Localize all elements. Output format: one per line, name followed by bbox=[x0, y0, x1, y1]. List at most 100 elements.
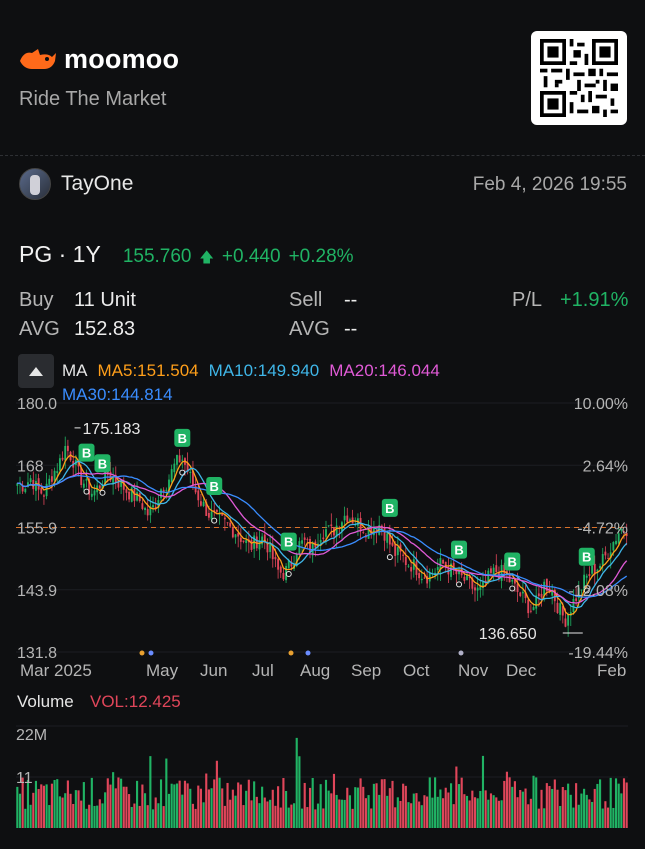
buy-marker-label: B bbox=[210, 479, 219, 494]
buy-marker-label: B bbox=[284, 535, 293, 550]
volume-bar bbox=[569, 794, 572, 828]
candle-body bbox=[61, 457, 64, 460]
ticker-label[interactable]: PG · 1Y bbox=[19, 241, 101, 268]
volume-bar bbox=[197, 785, 200, 828]
volume-bar bbox=[460, 777, 463, 828]
candle-body bbox=[572, 598, 575, 612]
volume-bar bbox=[215, 760, 218, 828]
buy-fill-dot bbox=[211, 517, 218, 524]
volume-bar bbox=[386, 795, 389, 828]
volume-bar bbox=[418, 801, 421, 828]
volume-bar bbox=[346, 787, 349, 828]
volume-bar bbox=[311, 777, 314, 828]
candle-body bbox=[559, 603, 562, 615]
buy-marker-label: B bbox=[98, 456, 107, 471]
candle-body bbox=[407, 565, 410, 567]
volume-bar bbox=[298, 756, 301, 828]
volume-bar bbox=[64, 793, 67, 828]
volume-bar bbox=[189, 788, 192, 828]
ma5-value: MA5:151.504 bbox=[97, 361, 199, 380]
candle-body bbox=[402, 554, 405, 556]
volume-bar bbox=[442, 798, 445, 828]
volume-bar bbox=[143, 793, 147, 828]
volume-bar bbox=[170, 783, 173, 828]
post-author[interactable]: TayOne bbox=[19, 168, 133, 200]
candle-body bbox=[301, 540, 303, 544]
volume-bar bbox=[455, 766, 458, 828]
volume-bar bbox=[141, 784, 144, 828]
buy-marker: B bbox=[206, 476, 223, 495]
candle-body bbox=[165, 489, 168, 491]
volume-bar bbox=[596, 783, 599, 828]
candle-body bbox=[519, 592, 522, 597]
candle-body bbox=[490, 568, 492, 573]
candle-body bbox=[607, 557, 609, 559]
candle-body bbox=[125, 489, 128, 493]
volume-bar bbox=[489, 793, 493, 828]
price-chart[interactable]: BBBBBBBB B175.183136.650180.0168155.9143.… bbox=[0, 395, 645, 690]
volume-bar bbox=[529, 798, 532, 828]
volume-bar bbox=[516, 797, 519, 828]
volume-bar bbox=[351, 808, 354, 828]
volume-bar bbox=[521, 791, 524, 828]
candle-body bbox=[242, 540, 245, 542]
volume-bar bbox=[495, 797, 498, 828]
buy-marker-label: B bbox=[385, 501, 394, 516]
candle-body bbox=[346, 515, 349, 523]
candle-body bbox=[423, 577, 426, 579]
price-change-pct: +0.28% bbox=[288, 246, 354, 267]
qr-code[interactable] bbox=[531, 31, 627, 125]
volume-bar bbox=[175, 783, 179, 828]
buy-marker-label: B bbox=[508, 554, 517, 569]
candle-body bbox=[532, 607, 535, 611]
volume-bar bbox=[335, 794, 338, 828]
volume-bar bbox=[112, 772, 115, 828]
volume-bar bbox=[18, 793, 22, 828]
volume-bar bbox=[410, 803, 413, 828]
volume-bar bbox=[497, 800, 501, 828]
x-tick-label: Oct bbox=[403, 661, 430, 680]
volume-bar bbox=[359, 778, 362, 828]
volume-bar bbox=[74, 790, 77, 828]
volume-bar bbox=[324, 779, 328, 828]
candle-body bbox=[564, 618, 567, 627]
volume-value: VOL:12.425 bbox=[90, 692, 181, 711]
avatar[interactable] bbox=[19, 168, 51, 200]
volume-bar bbox=[207, 789, 210, 828]
header-divider bbox=[0, 155, 645, 156]
volume-bar bbox=[125, 786, 128, 828]
volume-bar bbox=[199, 788, 202, 828]
candle-body bbox=[141, 503, 144, 509]
price-change: +0.440 bbox=[221, 246, 281, 267]
pct-tick-label: -4.72% bbox=[577, 521, 628, 538]
buy-value: 11 Unit bbox=[74, 289, 136, 311]
volume-bar bbox=[165, 758, 168, 828]
candle-body bbox=[50, 476, 53, 482]
candle-body bbox=[410, 567, 413, 572]
volume-bar bbox=[484, 790, 487, 828]
volume-bar bbox=[340, 799, 344, 828]
candle-body bbox=[442, 560, 445, 564]
pct-tick-label: -19.44% bbox=[568, 645, 628, 662]
ma10-value: MA10:149.940 bbox=[208, 361, 320, 380]
pl-value: +1.91% bbox=[560, 289, 629, 311]
candle-body bbox=[40, 487, 43, 494]
volume-bar bbox=[34, 780, 38, 828]
candle-body bbox=[53, 470, 56, 481]
volume-bar bbox=[591, 801, 594, 828]
volume-bar bbox=[473, 797, 477, 828]
collapse-indicators-button[interactable] bbox=[18, 354, 54, 388]
buy-label: Buy bbox=[19, 289, 54, 311]
volume-bar bbox=[314, 809, 317, 828]
volume-chart[interactable]: 22M 11 bbox=[0, 718, 645, 833]
volume-bar bbox=[431, 797, 434, 828]
volume-bar bbox=[559, 805, 562, 828]
buy-marker: B bbox=[578, 547, 595, 566]
volume-bar bbox=[277, 786, 280, 828]
buy-marker: B bbox=[78, 443, 95, 462]
volume-bar bbox=[583, 788, 586, 828]
volume-bar bbox=[80, 800, 83, 828]
volume-bar bbox=[261, 786, 264, 828]
username[interactable]: TayOne bbox=[61, 172, 133, 196]
candle-body bbox=[567, 614, 570, 626]
